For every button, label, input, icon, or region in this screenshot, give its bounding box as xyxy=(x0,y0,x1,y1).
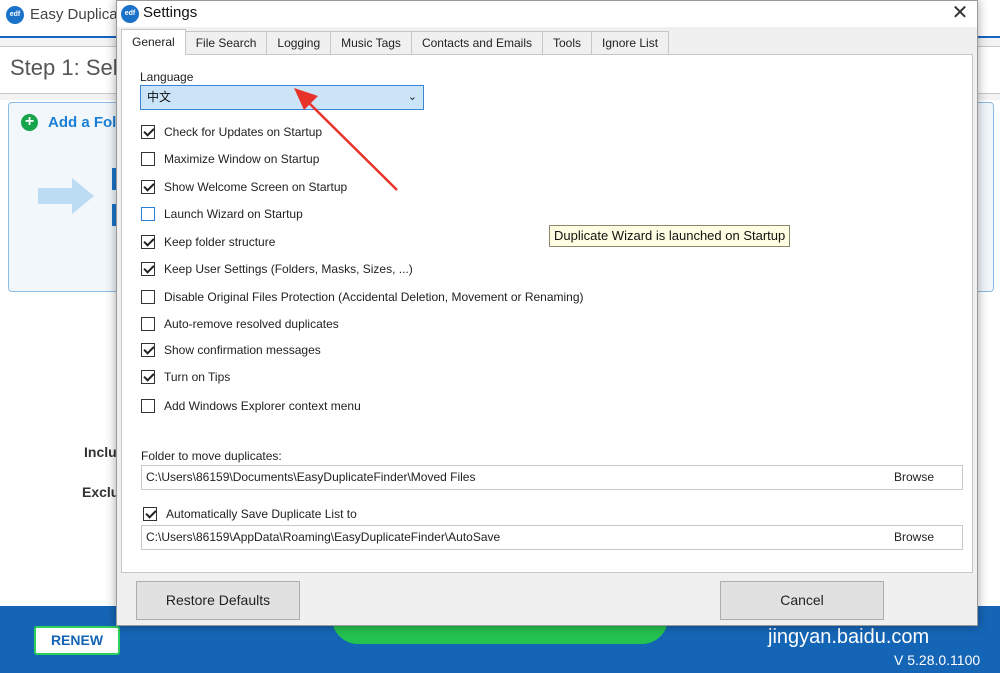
include-label: Inclu xyxy=(84,444,117,460)
tab-contacts-and-emails[interactable]: Contacts and Emails xyxy=(411,31,543,55)
language-select[interactable]: 中文 ⌄ xyxy=(140,85,424,110)
app-logo-icon: edf xyxy=(121,5,139,23)
option-keep-user-settings[interactable]: Keep User Settings (Folders, Masks, Size… xyxy=(141,260,413,278)
app-logo-icon: edf xyxy=(6,6,24,24)
option-label: Launch Wizard on Startup xyxy=(164,207,303,221)
tab-file-search[interactable]: File Search xyxy=(185,31,268,55)
checkbox[interactable] xyxy=(141,343,155,357)
tooltip: Duplicate Wizard is launched on Startup xyxy=(549,225,791,247)
option-welcome-screen[interactable]: Show Welcome Screen on Startup xyxy=(141,178,347,196)
add-folder-link[interactable]: Add a Fol xyxy=(48,114,116,131)
option-label: Disable Original Files Protection (Accid… xyxy=(164,290,584,304)
checkbox[interactable] xyxy=(141,262,155,276)
option-keep-folder-structure[interactable]: Keep folder structure xyxy=(141,233,275,251)
autosave-path: C:\Users\86159\AppData\Roaming\EasyDupli… xyxy=(146,530,501,544)
move-folder-field[interactable]: C:\Users\86159\Documents\EasyDuplicateFi… xyxy=(141,465,963,490)
language-label: Language xyxy=(140,70,194,84)
checkbox[interactable] xyxy=(141,180,155,194)
option-label: Show confirmation messages xyxy=(164,343,321,357)
tab-tools[interactable]: Tools xyxy=(543,31,593,55)
scrollbar[interactable] xyxy=(975,46,1000,606)
checkbox[interactable] xyxy=(141,207,155,221)
step-title: Step 1: Sele xyxy=(10,55,130,80)
option-disable-protection[interactable]: Disable Original Files Protection (Accid… xyxy=(141,288,584,306)
option-label: Keep User Settings (Folders, Masks, Size… xyxy=(164,262,413,276)
dialog-title: Settings xyxy=(143,4,198,21)
tab-ignore-list[interactable]: Ignore List xyxy=(592,31,670,55)
checkbox[interactable] xyxy=(141,290,155,304)
renew-button[interactable]: RENEW xyxy=(34,626,120,655)
option-label: Keep folder structure xyxy=(164,235,276,249)
checkbox[interactable] xyxy=(141,399,155,413)
option-launch-wizard[interactable]: Launch Wizard on Startup xyxy=(141,205,303,223)
exclude-label: Exclu xyxy=(82,484,120,500)
option-label: Add Windows Explorer context menu xyxy=(164,399,361,413)
restore-defaults-button[interactable]: Restore Defaults xyxy=(136,581,300,620)
tab-logging[interactable]: Logging xyxy=(267,31,332,55)
option-label: Check for Updates on Startup xyxy=(164,125,323,139)
dialog-titlebar: edf Settings ✕ xyxy=(117,1,977,27)
option-explorer-context-menu[interactable]: Add Windows Explorer context menu xyxy=(141,397,361,415)
chevron-down-icon: ⌄ xyxy=(407,91,417,103)
close-icon[interactable]: ✕ xyxy=(943,1,977,27)
plus-circle-icon[interactable]: + xyxy=(21,114,38,131)
option-confirmation-messages[interactable]: Show confirmation messages xyxy=(141,341,321,359)
tab-music-tags[interactable]: Music Tags xyxy=(331,31,412,55)
checkbox[interactable] xyxy=(141,235,155,249)
option-label: Automatically Save Duplicate List to xyxy=(166,507,357,521)
settings-tabs: General File Search Logging Music Tags C… xyxy=(121,29,670,55)
checkbox[interactable] xyxy=(141,125,155,139)
app-title: Easy Duplicat xyxy=(30,6,122,23)
tab-general[interactable]: General xyxy=(121,29,186,55)
option-check-updates[interactable]: Check for Updates on Startup xyxy=(141,123,322,141)
version-label: V 5.28.0.1100 xyxy=(894,652,981,668)
move-folder-path: C:\Users\86159\Documents\EasyDuplicateFi… xyxy=(146,470,476,484)
browse-button[interactable]: Browse xyxy=(894,526,934,549)
option-label: Auto-remove resolved duplicates xyxy=(164,317,339,331)
option-label: Maximize Window on Startup xyxy=(164,152,320,166)
option-autosave[interactable]: Automatically Save Duplicate List to xyxy=(143,505,357,523)
browse-button[interactable]: Browse xyxy=(894,466,934,489)
checkbox[interactable] xyxy=(143,507,157,521)
arrow-right-icon xyxy=(38,178,94,214)
watermark-text: jingyan.baidu.com xyxy=(768,626,930,648)
checkbox[interactable] xyxy=(141,152,155,166)
settings-dialog: edf Settings ✕ General File Search Loggi… xyxy=(116,0,978,626)
checkbox[interactable] xyxy=(141,370,155,384)
language-value: 中文 xyxy=(147,90,172,104)
move-folder-label: Folder to move duplicates: xyxy=(141,449,282,463)
option-label: Show Welcome Screen on Startup xyxy=(164,180,348,194)
option-maximize-window[interactable]: Maximize Window on Startup xyxy=(141,150,319,168)
option-auto-remove[interactable]: Auto-remove resolved duplicates xyxy=(141,315,339,333)
cancel-button[interactable]: Cancel xyxy=(720,581,884,620)
autosave-folder-field[interactable]: C:\Users\86159\AppData\Roaming\EasyDupli… xyxy=(141,525,963,550)
option-label: Turn on Tips xyxy=(164,370,231,384)
option-turn-on-tips[interactable]: Turn on Tips xyxy=(141,368,230,386)
general-tab-page: Language 中文 ⌄ Check for Updates on Start… xyxy=(121,54,973,573)
checkbox[interactable] xyxy=(141,317,155,331)
